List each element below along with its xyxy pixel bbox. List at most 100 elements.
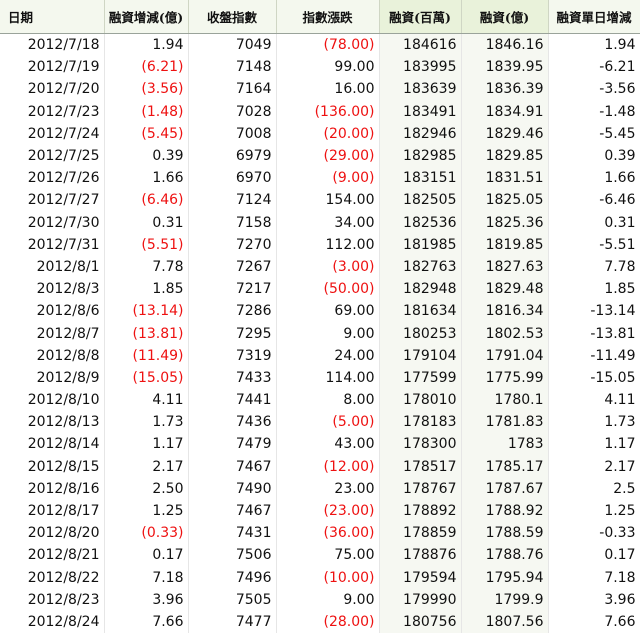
table-row: 2012/8/9(15.05)7433114.001775991775.99-1… <box>0 367 640 389</box>
table-body: 2012/7/181.947049(78.00)1846161846.161.9… <box>0 34 640 633</box>
margin-billion-cell: 1816.34 <box>461 300 548 322</box>
table-row: 2012/8/6(13.14)728669.001816341816.34-13… <box>0 300 640 322</box>
margin-financing-table: 日期 融資增減(億) 收盤指數 指數漲跌 融資(百萬) 融資(億) 融資單日增減… <box>0 0 640 633</box>
margin-change-cell: 2.50 <box>104 478 188 500</box>
date-cell: 2012/7/18 <box>0 34 104 57</box>
close-index-cell: 7049 <box>188 34 276 57</box>
table-row: 2012/8/131.737436(5.00)1781831781.831.73 <box>0 411 640 433</box>
table-row: 2012/8/20(0.33)7431(36.00)1788591788.59-… <box>0 522 640 544</box>
table-row: 2012/8/8(11.49)731924.001791041791.04-11… <box>0 345 640 367</box>
date-cell: 2012/8/14 <box>0 433 104 455</box>
index-change-cell: (29.00) <box>276 145 379 167</box>
daily-margin-change-cell: 7.18 <box>548 567 640 589</box>
header-date: 日期 <box>0 0 104 34</box>
close-index-cell: 7506 <box>188 544 276 566</box>
date-cell: 2012/7/31 <box>0 234 104 256</box>
margin-million-cell: 178767 <box>379 478 461 500</box>
index-change-cell: 112.00 <box>276 234 379 256</box>
index-change-cell: 8.00 <box>276 389 379 411</box>
daily-margin-change-cell: 4.11 <box>548 389 640 411</box>
margin-billion-cell: 1819.85 <box>461 234 548 256</box>
date-cell: 2012/8/15 <box>0 456 104 478</box>
margin-million-cell: 182536 <box>379 212 461 234</box>
daily-margin-change-cell: -15.05 <box>548 367 640 389</box>
margin-million-cell: 178517 <box>379 456 461 478</box>
date-cell: 2012/8/22 <box>0 567 104 589</box>
margin-change-cell: 4.11 <box>104 389 188 411</box>
daily-margin-change-cell: 1.85 <box>548 278 640 300</box>
margin-billion-cell: 1839.95 <box>461 56 548 78</box>
close-index-cell: 7479 <box>188 433 276 455</box>
table-row: 2012/7/300.31715834.001825361825.360.31 <box>0 212 640 234</box>
daily-margin-change-cell: 0.17 <box>548 544 640 566</box>
margin-billion-cell: 1846.16 <box>461 34 548 57</box>
date-cell: 2012/7/23 <box>0 101 104 123</box>
margin-million-cell: 182946 <box>379 123 461 145</box>
margin-billion-cell: 1788.76 <box>461 544 548 566</box>
margin-million-cell: 183151 <box>379 167 461 189</box>
table-row: 2012/8/227.187496(10.00)1795941795.947.1… <box>0 567 640 589</box>
table-row: 2012/8/141.17747943.0017830017831.17 <box>0 433 640 455</box>
date-cell: 2012/7/25 <box>0 145 104 167</box>
margin-change-cell: 1.17 <box>104 433 188 455</box>
index-change-cell: 23.00 <box>276 478 379 500</box>
margin-million-cell: 178876 <box>379 544 461 566</box>
margin-million-cell: 181634 <box>379 300 461 322</box>
margin-change-cell: 3.96 <box>104 589 188 611</box>
index-change-cell: (12.00) <box>276 456 379 478</box>
close-index-cell: 7008 <box>188 123 276 145</box>
margin-billion-cell: 1783 <box>461 433 548 455</box>
close-index-cell: 7217 <box>188 278 276 300</box>
close-index-cell: 7164 <box>188 78 276 100</box>
index-change-cell: 16.00 <box>276 78 379 100</box>
header-close-index: 收盤指數 <box>188 0 276 34</box>
close-index-cell: 7267 <box>188 256 276 278</box>
close-index-cell: 7286 <box>188 300 276 322</box>
margin-million-cell: 178010 <box>379 389 461 411</box>
daily-margin-change-cell: -13.14 <box>548 300 640 322</box>
margin-change-cell: 7.78 <box>104 256 188 278</box>
daily-margin-change-cell: 1.94 <box>548 34 640 57</box>
margin-change-cell: (0.33) <box>104 522 188 544</box>
table-row: 2012/7/261.666970(9.00)1831511831.511.66 <box>0 167 640 189</box>
daily-margin-change-cell: 1.25 <box>548 500 640 522</box>
margin-billion-cell: 1802.53 <box>461 322 548 344</box>
margin-change-cell: 1.25 <box>104 500 188 522</box>
margin-change-cell: 2.17 <box>104 456 188 478</box>
margin-billion-cell: 1834.91 <box>461 101 548 123</box>
table-row: 2012/8/171.257467(23.00)1788921788.921.2… <box>0 500 640 522</box>
margin-change-cell: (5.45) <box>104 123 188 145</box>
table-row: 2012/7/24(5.45)7008(20.00)1829461829.46-… <box>0 123 640 145</box>
margin-billion-cell: 1829.85 <box>461 145 548 167</box>
table-row: 2012/8/247.667477(28.00)1807561807.567.6… <box>0 611 640 633</box>
daily-margin-change-cell: 7.78 <box>548 256 640 278</box>
table-row: 2012/8/162.50749023.001787671787.672.5 <box>0 478 640 500</box>
table-row: 2012/7/250.396979(29.00)1829851829.850.3… <box>0 145 640 167</box>
margin-change-cell: 0.39 <box>104 145 188 167</box>
daily-margin-change-cell: 1.73 <box>548 411 640 433</box>
close-index-cell: 7441 <box>188 389 276 411</box>
margin-million-cell: 182985 <box>379 145 461 167</box>
index-change-cell: 114.00 <box>276 367 379 389</box>
index-change-cell: (28.00) <box>276 611 379 633</box>
table-row: 2012/7/181.947049(78.00)1846161846.161.9… <box>0 34 640 57</box>
close-index-cell: 7433 <box>188 367 276 389</box>
table-row: 2012/7/27(6.46)7124154.001825051825.05-6… <box>0 189 640 211</box>
daily-margin-change-cell: -5.45 <box>548 123 640 145</box>
header-margin-change: 融資增減(億) <box>104 0 188 34</box>
table-row: 2012/8/233.9675059.001799901799.93.96 <box>0 589 640 611</box>
date-cell: 2012/8/13 <box>0 411 104 433</box>
date-cell: 2012/8/24 <box>0 611 104 633</box>
margin-million-cell: 179990 <box>379 589 461 611</box>
margin-change-cell: 7.18 <box>104 567 188 589</box>
index-change-cell: (9.00) <box>276 167 379 189</box>
margin-million-cell: 179594 <box>379 567 461 589</box>
margin-million-cell: 183995 <box>379 56 461 78</box>
margin-million-cell: 184616 <box>379 34 461 57</box>
index-change-cell: (3.00) <box>276 256 379 278</box>
index-change-cell: (36.00) <box>276 522 379 544</box>
index-change-cell: 9.00 <box>276 322 379 344</box>
close-index-cell: 7505 <box>188 589 276 611</box>
margin-billion-cell: 1825.05 <box>461 189 548 211</box>
close-index-cell: 6979 <box>188 145 276 167</box>
